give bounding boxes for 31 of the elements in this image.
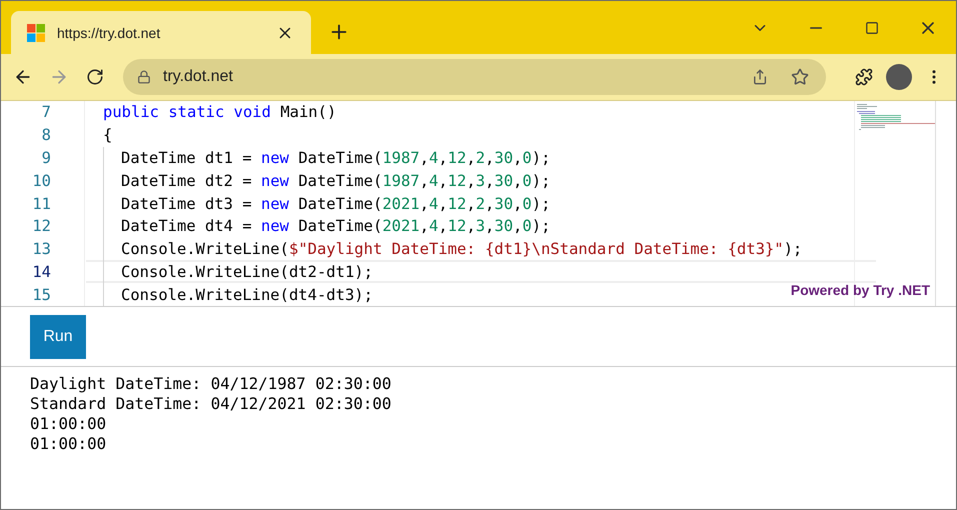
tab-title: https://try.dot.net (57, 24, 162, 40)
browser-tab[interactable]: https://try.dot.net (11, 11, 311, 54)
address-bar[interactable]: try.dot.net (123, 59, 826, 95)
line-number: 10 (31, 170, 52, 192)
windows-logo-icon (27, 24, 45, 42)
code-line: DateTime dt4 = new DateTime(2021,4,12,3,30,0); (86, 214, 876, 238)
avatar[interactable] (886, 64, 912, 90)
lock-icon (137, 70, 151, 84)
code-line: Console.WriteLine($"Daylight DateTime: {dt1}\nStandard DateTime: {dt3}"); (86, 238, 876, 260)
output-line: Standard DateTime: 04/12/2021 02:30:00 (30, 394, 392, 414)
line-number: 9 (40, 148, 52, 169)
code-line: public static void Main() (102, 102, 338, 124)
line-number: 12 (31, 216, 52, 238)
code-line: { (102, 125, 114, 146)
code-line: DateTime dt2 = new DateTime(1987,4,12,3,30,0); (86, 169, 876, 192)
line-number: 14 (31, 262, 52, 283)
run-button[interactable]: Run (30, 314, 86, 358)
line-number: 8 (40, 125, 52, 146)
code-line: Console.WriteLine(dt2-dt1); (86, 260, 876, 284)
powered-by-text: Powered by Try .NET (790, 282, 930, 298)
line-number: 11 (31, 194, 52, 215)
line-number: 15 (31, 284, 52, 306)
output-line: Daylight DateTime: 04/12/1987 02:30:00 (30, 374, 392, 394)
code-editor[interactable] (1, 101, 956, 307)
output-line: 01:00:00 (30, 434, 108, 454)
url-text: try.dot.net (163, 68, 234, 86)
code-line: DateTime dt3 = new DateTime(2021,4,12,2,30,0); (86, 192, 876, 215)
line-number: 7 (40, 102, 52, 124)
output-line: 01:00:00 (30, 414, 108, 434)
code-line: DateTime dt1 = new DateTime(1987,4,12,2,30,0); (86, 146, 876, 170)
line-number: 13 (31, 239, 52, 260)
